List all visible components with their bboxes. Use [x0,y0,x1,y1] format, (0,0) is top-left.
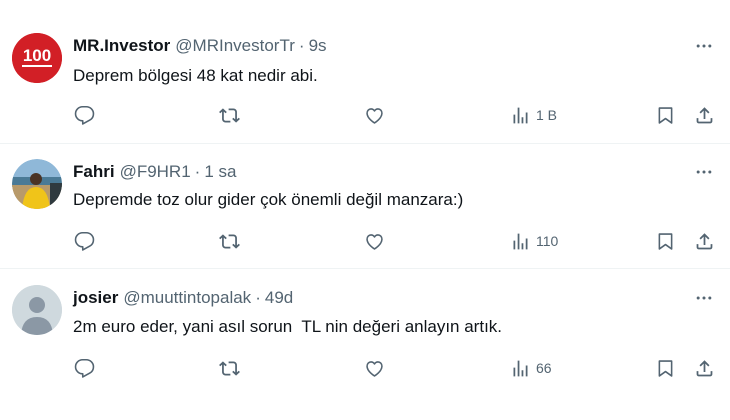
share-button[interactable] [694,101,715,129]
views-button[interactable]: 1 B [510,101,557,129]
bookmark-icon [658,106,673,124]
bookmark-icon [658,232,673,250]
tweet-2[interactable]: Fahri @F9HR1 · 1 sa Depremde toz olur gi… [0,144,730,268]
like-icon [366,360,383,377]
views-icon [513,107,528,123]
user-name[interactable]: Fahri [73,162,115,182]
retweet-icon [219,233,240,249]
timestamp[interactable]: 49d [265,288,293,308]
avatar[interactable] [12,285,62,335]
like-icon [366,107,383,124]
user-handle[interactable]: @muuttintopalak [123,288,251,308]
separator-dot: · [255,288,261,307]
share-icon [696,106,713,123]
views-count: 1 B [536,107,558,123]
tweet-text: Depremde toz olur gider çok önemli değil… [73,190,464,209]
bookmark-button[interactable] [655,101,676,129]
bookmark-button[interactable] [655,227,676,255]
share-button[interactable] [694,354,715,382]
views-count: 110 [536,233,559,249]
separator-dot: · [194,162,201,181]
more-options-button[interactable] [692,160,716,184]
reply-icon [74,105,95,125]
retweet-button[interactable] [219,354,240,382]
tweet-1[interactable]: 100 MR.Investor @MRInvestorTr · 9s Depre… [0,0,730,143]
share-icon [696,232,713,249]
retweet-icon [219,360,240,376]
tweet-3[interactable]: josier @muuttintopalak · 49d 2m euro ede… [0,269,730,420]
retweet-button[interactable] [219,227,240,255]
user-handle[interactable]: @F9HR1 [120,162,191,182]
separator-dot: · [298,36,305,55]
share-button[interactable] [694,227,715,255]
retweet-icon [219,107,240,123]
tweet-header: Fahri @F9HR1 · 1 sa [73,160,236,184]
more-icon [696,296,712,300]
views-icon [513,233,528,249]
more-options-button[interactable] [692,286,716,310]
tweet-text: Deprem bölgesi 48 kat nedir abi. [73,66,318,85]
share-icon [696,359,713,376]
mr-investor-logo-icon: 100 [12,33,62,83]
user-name[interactable]: josier [73,288,118,308]
tweet-header: MR.Investor @MRInvestorTr · 9s [73,34,327,58]
like-button[interactable] [364,101,385,129]
like-button[interactable] [364,227,385,255]
timestamp[interactable]: 9s [309,36,327,56]
views-icon [513,360,528,376]
retweet-button[interactable] [219,101,240,129]
timestamp[interactable]: 1 sa [204,162,236,182]
reply-button[interactable] [74,101,95,129]
views-count: 66 [536,360,552,376]
bookmark-icon [658,359,673,377]
reply-icon [74,358,95,378]
user-name[interactable]: MR.Investor [73,36,170,56]
views-button[interactable]: 110 [510,227,558,255]
user-photo-avatar [12,159,62,209]
tweet-header: josier @muuttintopalak · 49d [73,286,293,310]
reply-button[interactable] [74,227,95,255]
more-options-button[interactable] [692,34,716,58]
views-button[interactable]: 66 [510,354,552,382]
avatar[interactable]: 100 [12,33,62,83]
bookmark-button[interactable] [655,354,676,382]
like-icon [366,233,383,250]
like-button[interactable] [364,354,385,382]
avatar-logo-text: 100 [23,46,51,65]
more-icon [696,44,712,48]
avatar[interactable] [12,159,62,209]
user-handle[interactable]: @MRInvestorTr [175,36,295,56]
reply-icon [74,231,95,251]
more-icon [696,170,712,174]
tweet-text: 2m euro eder, yani asıl sorun TL nin değ… [73,317,503,336]
reply-button[interactable] [74,354,95,382]
default-profile-icon [12,285,62,335]
